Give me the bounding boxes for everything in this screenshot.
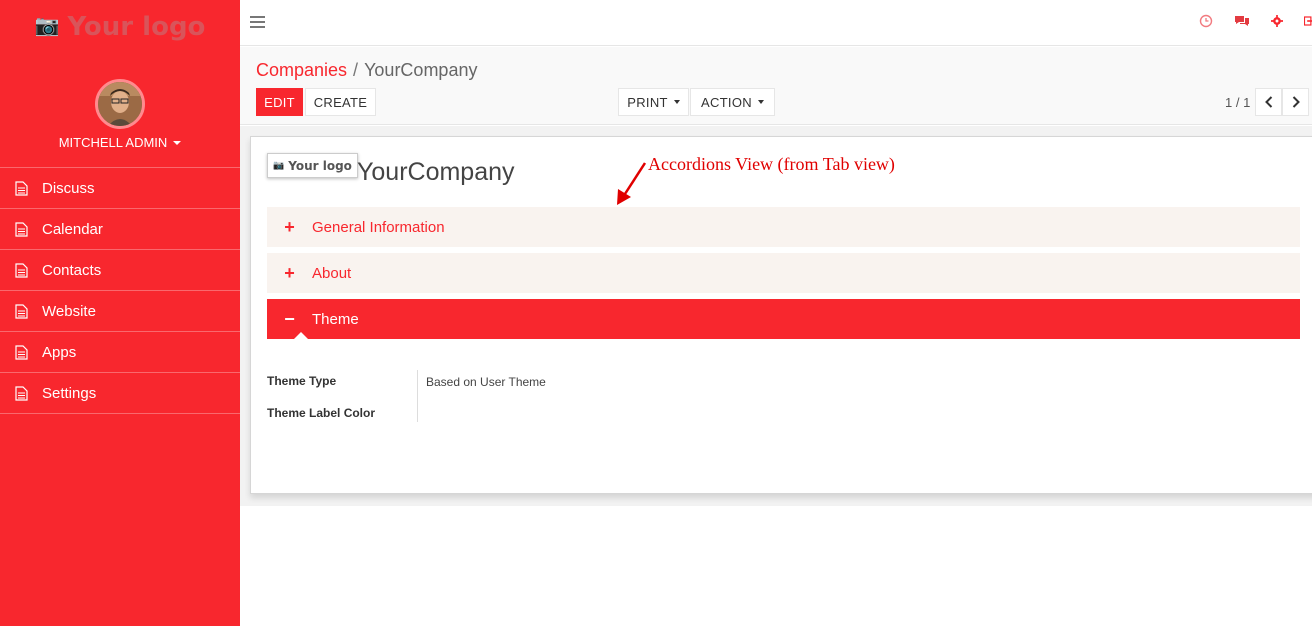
- control-panel: Companies / YourCompany EDIT CREATE PRINT …: [240, 47, 1312, 125]
- document-icon: [15, 221, 28, 237]
- accordion-label: About: [312, 264, 352, 282]
- avatar[interactable]: [95, 79, 145, 129]
- accordion-label: General Information: [312, 218, 445, 236]
- user-avatar-image: [98, 82, 142, 126]
- minus-icon: −: [284, 308, 295, 329]
- accordion-general-information[interactable]: + General Information: [267, 207, 1300, 247]
- sidebar-item-calendar[interactable]: Calendar: [0, 209, 240, 250]
- sidebar-menu: Discuss Calendar Contacts Website Apps S…: [0, 167, 240, 414]
- annotation-text: Accordions View (from Tab view): [648, 154, 895, 174]
- sidebar-item-website[interactable]: Website: [0, 291, 240, 332]
- sidebar-item-label: Calendar: [42, 220, 103, 238]
- document-icon: [15, 344, 28, 360]
- theme-type-label: Theme Type: [267, 374, 337, 388]
- sidebar-item-settings[interactable]: Settings: [0, 373, 240, 414]
- document-icon: [15, 303, 28, 319]
- company-name-field: YourCompany: [357, 158, 515, 186]
- annotation-arrow: [617, 162, 647, 205]
- camera-icon: 📷: [273, 160, 285, 171]
- breadcrumb: Companies / YourCompany: [256, 60, 477, 81]
- chat-icon[interactable]: [1234, 14, 1250, 28]
- caret-down-icon: [173, 141, 182, 145]
- sidebar-item-label: Discuss: [42, 179, 95, 197]
- field-divider: [417, 370, 418, 422]
- document-icon: [15, 385, 28, 401]
- gear-icon[interactable]: [1271, 15, 1283, 27]
- document-icon: [15, 262, 28, 278]
- clock-icon[interactable]: [1199, 14, 1213, 28]
- breadcrumb-link-companies[interactable]: Companies: [256, 60, 347, 80]
- top-navbar: [240, 0, 1312, 46]
- sidebar: 📷 Your logo MITCHELL ADMIN Discuss Calend…: [0, 0, 240, 626]
- theme-label-color-label: Theme Label Color: [267, 406, 376, 420]
- print-label: PRINT: [627, 94, 668, 110]
- accordion-theme[interactable]: − Theme: [267, 299, 1300, 340]
- camera-icon: 📷: [34, 13, 60, 37]
- sidebar-item-contacts[interactable]: Contacts: [0, 250, 240, 291]
- sidebar-item-label: Apps: [42, 343, 77, 361]
- plus-icon: +: [284, 262, 295, 283]
- document-icon: [15, 180, 28, 196]
- app-logo[interactable]: 📷 Your logo: [0, 12, 240, 42]
- accordion-about[interactable]: + About: [267, 253, 1300, 293]
- caret-down-icon: [673, 100, 680, 104]
- systray: [1199, 14, 1312, 28]
- chevron-left-icon: [1264, 96, 1272, 108]
- edit-button[interactable]: EDIT: [256, 88, 303, 116]
- create-button[interactable]: CREATE: [305, 88, 376, 116]
- breadcrumb-current: YourCompany: [364, 60, 478, 80]
- theme-type-value[interactable]: Based on User Theme: [426, 375, 546, 389]
- sidebar-item-label: Settings: [42, 384, 97, 402]
- active-pointer: [293, 332, 309, 340]
- breadcrumb-separator: /: [353, 60, 359, 80]
- print-dropdown[interactable]: PRINT: [618, 88, 689, 116]
- form-sheet: 📷 Your logo YourCompany Accordions View (…: [250, 136, 1312, 494]
- caret-down-icon: [757, 100, 764, 104]
- menu-icon[interactable]: [250, 16, 265, 29]
- user-name: MITCHELL ADMIN: [58, 135, 168, 150]
- user-menu[interactable]: MITCHELL ADMIN: [0, 135, 240, 150]
- plus-icon: +: [284, 216, 295, 237]
- company-logo-image[interactable]: 📷 Your logo: [267, 153, 358, 178]
- pager-value[interactable]: 1 / 1: [1225, 95, 1250, 110]
- sidebar-item-label: Contacts: [42, 261, 102, 279]
- accordion-label: Theme: [312, 310, 359, 328]
- pager-previous-button[interactable]: [1255, 88, 1282, 116]
- pager-next-button[interactable]: [1282, 88, 1309, 116]
- action-label: ACTION: [701, 94, 752, 110]
- sidebar-item-label: Website: [42, 302, 96, 320]
- sidebar-item-discuss[interactable]: Discuss: [0, 168, 240, 209]
- sidebar-item-apps[interactable]: Apps: [0, 332, 240, 373]
- action-dropdown[interactable]: ACTION: [690, 88, 775, 116]
- logo-text: Your logo: [67, 12, 206, 42]
- company-logo-text: Your logo: [288, 158, 352, 173]
- logout-icon[interactable]: [1304, 14, 1312, 28]
- chevron-right-icon: [1292, 96, 1300, 108]
